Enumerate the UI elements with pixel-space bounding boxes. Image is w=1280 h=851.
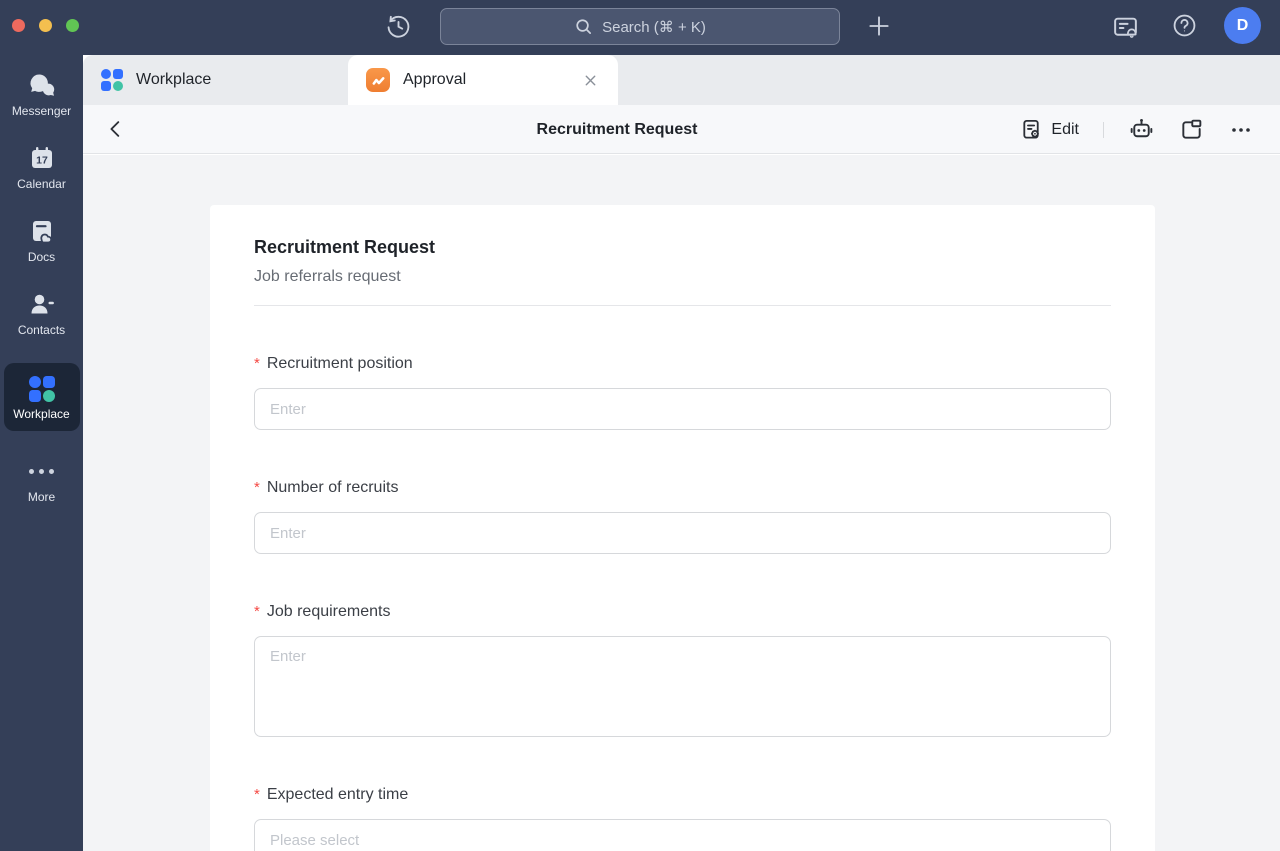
contacts-icon	[28, 290, 56, 318]
field-expected-entry-time: *Expected entry time	[254, 785, 1111, 851]
sidebar-item-calendar[interactable]: 17 Calendar	[3, 144, 81, 191]
tab-label: Approval	[403, 71, 581, 89]
user-avatar[interactable]: D	[1224, 7, 1261, 44]
close-tab-icon[interactable]	[581, 71, 600, 90]
sidebar-item-label: Docs	[28, 250, 55, 264]
minimize-window-button[interactable]	[39, 19, 52, 32]
close-window-button[interactable]	[12, 19, 25, 32]
form-subtitle: Job referrals request	[254, 266, 1111, 288]
page-content: Recruitment Request Job referrals reques…	[83, 155, 1280, 851]
form-divider	[254, 305, 1111, 306]
tab-workplace[interactable]: Workplace	[83, 55, 348, 105]
sidebar-item-label: Contacts	[18, 323, 65, 337]
workplace-tab-icon	[101, 69, 123, 91]
sidebar-item-more[interactable]: More	[3, 457, 81, 504]
search-icon	[574, 17, 593, 36]
field-label: *Job requirements	[254, 602, 1111, 622]
sidebar-item-docs[interactable]: Docs	[3, 217, 81, 264]
app-sidebar: Messenger 17 Calendar Docs	[0, 55, 83, 851]
form-title: Recruitment Request	[254, 235, 1111, 259]
messenger-icon	[27, 71, 57, 99]
main-area: Workplace Approval Recruitment Request	[83, 55, 1280, 851]
field-label: *Recruitment position	[254, 354, 1111, 374]
calendar-date-number: 17	[36, 155, 48, 167]
required-marker: *	[254, 603, 260, 620]
titlebar: Search (⌘ + K) D	[0, 0, 1280, 55]
field-label: *Expected entry time	[254, 785, 1111, 805]
sidebar-item-workplace[interactable]: Workplace	[4, 363, 80, 431]
back-button[interactable]	[105, 118, 127, 140]
sidebar-item-contacts[interactable]: Contacts	[3, 290, 81, 337]
workplace-icon	[29, 376, 55, 402]
open-in-window-icon[interactable]	[1179, 117, 1204, 142]
docs-icon	[28, 217, 56, 245]
tab-approval[interactable]: Approval	[348, 55, 618, 105]
approval-tab-icon	[366, 68, 390, 92]
edit-button-label: Edit	[1051, 121, 1079, 139]
help-icon[interactable]	[1171, 12, 1198, 39]
history-icon[interactable]	[384, 12, 413, 41]
field-job-requirements: *Job requirements	[254, 602, 1111, 737]
required-marker: *	[254, 479, 260, 496]
more-dots-icon	[29, 457, 54, 485]
zoom-window-button[interactable]	[66, 19, 79, 32]
search-input[interactable]: Search (⌘ + K)	[440, 8, 840, 45]
expected-entry-time-select[interactable]	[254, 819, 1111, 851]
window-controls	[12, 19, 79, 32]
announcements-icon[interactable]	[1111, 13, 1140, 42]
sidebar-item-messenger[interactable]: Messenger	[3, 71, 81, 118]
page-title: Recruitment Request	[467, 105, 767, 154]
number-of-recruits-input[interactable]	[254, 512, 1111, 554]
sidebar-item-label: More	[28, 490, 55, 504]
field-recruitment-position: *Recruitment position	[254, 354, 1111, 430]
calendar-icon: 17	[28, 144, 56, 172]
edit-form-icon	[1020, 118, 1043, 141]
tab-strip: Workplace Approval	[83, 55, 1280, 105]
more-options-icon[interactable]	[1228, 117, 1254, 143]
header-controls: Edit	[1020, 105, 1254, 154]
field-label: *Number of recruits	[254, 478, 1111, 498]
page-header: Recruitment Request Edit	[83, 105, 1280, 154]
edit-button[interactable]: Edit	[1020, 118, 1079, 141]
required-marker: *	[254, 786, 260, 803]
form-card: Recruitment Request Job referrals reques…	[210, 205, 1155, 851]
sidebar-item-label: Messenger	[12, 104, 71, 118]
header-divider	[1103, 122, 1104, 138]
new-tab-plus-icon[interactable]	[866, 13, 892, 39]
approval-bot-icon[interactable]	[1128, 116, 1155, 143]
sidebar-item-label: Calendar	[17, 177, 66, 191]
avatar-initial: D	[1237, 17, 1249, 35]
recruitment-position-input[interactable]	[254, 388, 1111, 430]
field-number-of-recruits: *Number of recruits	[254, 478, 1111, 554]
job-requirements-textarea[interactable]	[254, 636, 1111, 737]
sidebar-item-label: Workplace	[13, 407, 69, 421]
tab-label: Workplace	[136, 71, 211, 89]
search-placeholder: Search (⌘ + K)	[602, 18, 706, 36]
required-marker: *	[254, 355, 260, 372]
